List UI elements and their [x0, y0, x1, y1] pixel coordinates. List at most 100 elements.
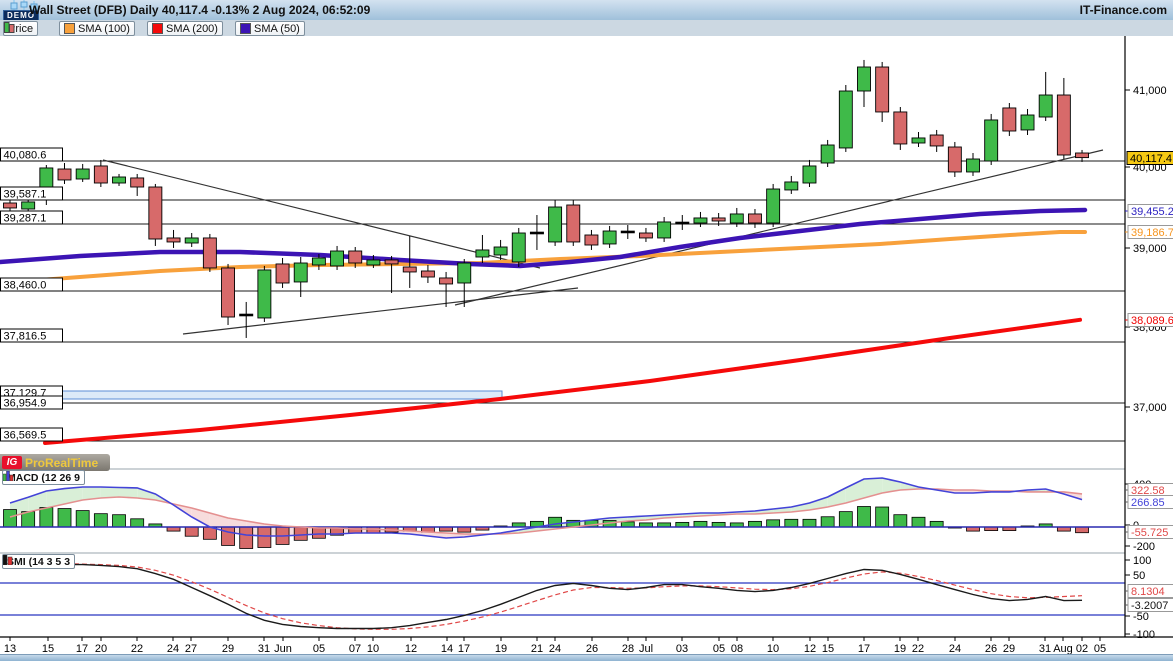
macd-histogram-bar — [894, 515, 907, 527]
price-tick-label: 37,000 — [1133, 402, 1167, 414]
candlestick — [712, 218, 725, 221]
price-tick-label: 39,000 — [1133, 243, 1167, 255]
candlestick — [821, 145, 834, 163]
macd-fill — [101, 487, 119, 498]
candlestick — [94, 166, 107, 183]
smi-indicator-tab[interactable]: SMI (14 3 5 3 — [2, 554, 75, 569]
macd-histogram-bar — [131, 519, 144, 527]
last-price-label: 40,117.4 — [1130, 153, 1172, 165]
indicator-tick-label: 100 — [1133, 555, 1151, 567]
macd-histogram-bar — [694, 521, 707, 527]
macd-histogram-bar — [767, 520, 780, 527]
candlestick — [167, 238, 180, 242]
candlestick — [1076, 153, 1089, 158]
indicator-tick-label: -200 — [1133, 541, 1155, 553]
candlestick — [458, 263, 471, 283]
macd-histogram-bar — [839, 512, 852, 527]
price-tick-label: 41,000 — [1133, 85, 1167, 97]
macd-histogram-bar — [4, 510, 17, 527]
macd-histogram-bar — [76, 511, 89, 527]
indicator-value-label: 38,089.6 — [1131, 315, 1173, 327]
candlestick — [131, 178, 144, 187]
indicator-value-label: 266.85 — [1131, 497, 1165, 509]
smi-label: SMI (14 3 5 3 — [7, 556, 70, 568]
candlestick — [639, 233, 652, 238]
level-label: 36,954.9 — [4, 398, 47, 410]
candlestick — [331, 251, 344, 266]
candlestick — [440, 278, 453, 284]
candlestick — [694, 218, 707, 223]
candlestick — [1021, 115, 1034, 130]
macd-histogram-bar — [294, 527, 307, 540]
candlestick — [730, 214, 743, 223]
macd-icon — [3, 471, 13, 481]
candlestick — [1003, 108, 1016, 131]
indicator-value-label: -3.2007 — [1131, 600, 1168, 612]
indicator-value-label: 8.1304 — [1131, 586, 1165, 598]
candlestick — [1057, 95, 1070, 155]
macd-histogram-bar — [185, 527, 198, 536]
level-label: 40,080.6 — [4, 150, 47, 162]
candlestick — [549, 207, 562, 242]
main-chart: 41,00040,00039,00038,00037,0004000-20010… — [0, 0, 1173, 660]
indicator-value-label: 39,186.7 — [1131, 227, 1173, 239]
sma50-line — [0, 210, 1085, 266]
candlestick — [403, 267, 416, 272]
level-label: 39,287.1 — [4, 213, 47, 225]
candlestick — [748, 214, 761, 223]
candlestick — [585, 235, 598, 245]
smi-icon — [3, 555, 13, 565]
support-zone-band — [0, 391, 502, 399]
candlestick — [985, 120, 998, 161]
macd-histogram-bar — [803, 519, 816, 527]
trendline — [183, 288, 578, 334]
candlestick — [367, 260, 380, 265]
indicator-tick-label: 50 — [1133, 570, 1145, 582]
candlestick — [1039, 95, 1052, 117]
candlestick — [839, 91, 852, 148]
sma200-line — [45, 320, 1080, 443]
candlestick — [476, 250, 489, 257]
level-label: 36,569.5 — [4, 430, 47, 442]
level-label: 37,816.5 — [4, 331, 47, 343]
candlestick — [912, 138, 925, 143]
sma100-line — [0, 232, 1085, 283]
prorealtime-logo: IG ProRealTime — [0, 454, 110, 471]
macd-histogram-bar — [258, 527, 271, 548]
candlestick — [312, 258, 325, 265]
candlestick — [203, 238, 216, 268]
candlestick — [948, 147, 961, 172]
macd-histogram-bar — [857, 507, 870, 528]
candlestick — [567, 205, 580, 242]
candlestick — [222, 268, 235, 317]
indicator-value-label: -55.725 — [1131, 527, 1168, 539]
candlestick — [876, 67, 889, 112]
indicator-tick-label: -50 — [1133, 611, 1149, 623]
macd-histogram-bar — [58, 509, 71, 527]
candlestick — [4, 203, 17, 208]
candlestick — [185, 238, 198, 243]
candlestick — [658, 222, 671, 238]
macd-histogram-bar — [621, 522, 634, 527]
macd-histogram-bar — [1076, 527, 1089, 533]
macd-histogram-bar — [240, 527, 253, 549]
candlestick — [22, 202, 35, 209]
indicator-tick-label: -100 — [1133, 629, 1155, 641]
candlestick — [276, 264, 289, 283]
indicator-value-label: 39,455.2 — [1131, 206, 1173, 218]
level-label: 39,587.1 — [4, 189, 47, 201]
macd-histogram-bar — [821, 517, 834, 527]
candlestick — [385, 260, 398, 264]
macd-label: MACD (12 26 9 — [7, 472, 80, 484]
candlestick — [603, 231, 616, 244]
macd-indicator-tab[interactable]: MACD (12 26 9 — [2, 470, 85, 485]
macd-histogram-bar — [94, 514, 107, 527]
level-label: 38,460.0 — [4, 280, 47, 292]
candlestick — [967, 159, 980, 172]
macd-histogram-bar — [912, 517, 925, 527]
macd-histogram-bar — [748, 521, 761, 527]
candlestick — [767, 189, 780, 223]
candlestick — [258, 270, 271, 318]
macd-histogram-bar — [876, 507, 889, 527]
candlestick — [512, 233, 525, 262]
